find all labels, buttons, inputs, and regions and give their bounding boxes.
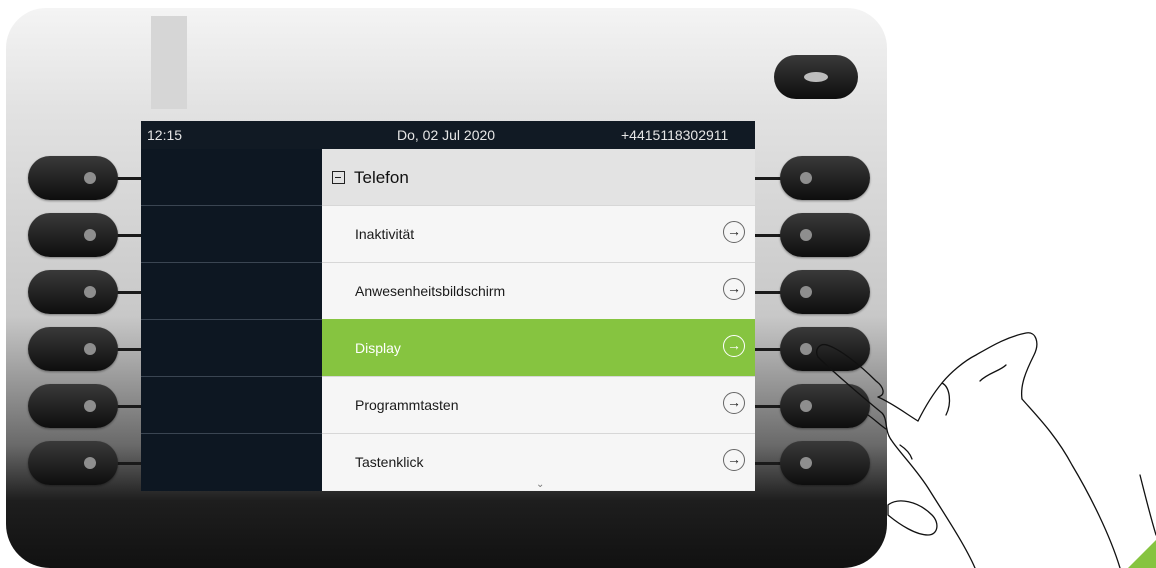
corner-marker-icon <box>1128 540 1156 568</box>
key-dot-icon <box>84 229 96 241</box>
key-dot-icon <box>84 286 96 298</box>
menu-item-display[interactable]: Display → <box>322 319 755 376</box>
menu-panel: Telefon Inaktivität → Anwesenheitsbildsc… <box>322 149 755 491</box>
key-dot-icon <box>84 400 96 412</box>
arrow-right-circle-icon[interactable]: → <box>723 392 745 414</box>
scroll-down-indicator-icon: ⌄ <box>536 479 545 490</box>
arrow-right-circle-icon[interactable]: → <box>723 335 745 357</box>
menu-item-anwesenheitsbildschirm[interactable]: Anwesenheitsbildschirm → <box>322 262 755 319</box>
menu-title: Telefon <box>354 168 409 187</box>
key-dot-icon <box>84 457 96 469</box>
status-phone-number: +4415118302911 <box>621 127 729 143</box>
left-softkey-panel <box>141 149 322 491</box>
menu-item-label: Inaktivität <box>355 226 415 242</box>
panel-divider <box>141 319 322 320</box>
left-softkey-3[interactable] <box>28 270 118 314</box>
left-softkey-5[interactable] <box>28 384 118 428</box>
left-softkey-2[interactable] <box>28 213 118 257</box>
key-dot-icon <box>84 343 96 355</box>
menu-item-label: Display <box>355 340 401 356</box>
left-softkey-4[interactable] <box>28 327 118 371</box>
key-dot-icon <box>84 172 96 184</box>
status-bar: 12:15 Do, 02 Jul 2020 +4415118302911 <box>141 121 755 149</box>
phone-handset-tab <box>151 16 187 109</box>
arrow-right-circle-icon[interactable]: → <box>723 278 745 300</box>
menu-item-label: Programmtasten <box>355 397 459 413</box>
left-softkey-6[interactable] <box>28 441 118 485</box>
left-softkey-1[interactable] <box>28 156 118 200</box>
menu-item-label: Tastenklick <box>355 454 424 470</box>
top-function-button[interactable] <box>774 55 858 99</box>
panel-divider <box>141 205 322 206</box>
right-softkey-2[interactable] <box>780 213 870 257</box>
key-dot-icon <box>800 286 812 298</box>
phone-screen: 12:15 Do, 02 Jul 2020 +4415118302911 Tel… <box>141 121 755 491</box>
key-dot-icon <box>800 229 812 241</box>
arrow-right-circle-icon[interactable]: → <box>723 221 745 243</box>
arrow-right-circle-icon[interactable]: → <box>723 449 745 471</box>
pointing-hand-icon <box>816 332 1156 568</box>
menu-item-inaktivitaet[interactable]: Inaktivität → <box>322 205 755 262</box>
menu-header[interactable]: Telefon <box>322 149 755 205</box>
status-date: Do, 02 Jul 2020 <box>397 127 496 143</box>
status-time: 12:15 <box>147 127 183 143</box>
minus-box-icon <box>332 171 345 184</box>
panel-divider <box>141 376 322 377</box>
menu-item-label: Anwesenheitsbildschirm <box>355 283 506 299</box>
right-softkey-3[interactable] <box>780 270 870 314</box>
right-softkey-1[interactable] <box>780 156 870 200</box>
key-dot-icon <box>800 172 812 184</box>
panel-divider <box>141 433 322 434</box>
led-indicator-icon <box>804 72 828 82</box>
panel-divider <box>141 262 322 263</box>
menu-item-programmtasten[interactable]: Programmtasten → <box>322 376 755 433</box>
